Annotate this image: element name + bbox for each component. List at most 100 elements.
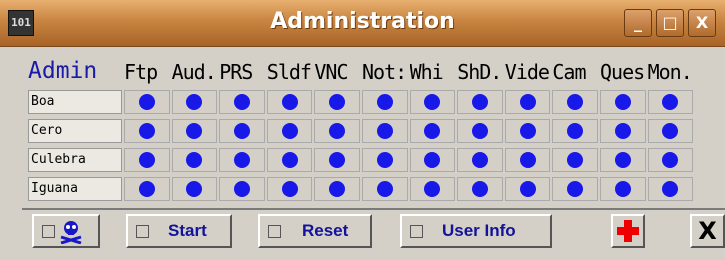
permission-cell[interactable] <box>457 119 503 143</box>
column-header: ShD. <box>457 60 502 84</box>
permission-cell[interactable] <box>219 148 265 172</box>
permission-cell[interactable] <box>600 119 646 143</box>
toolbar-close-button[interactable]: X <box>690 214 725 248</box>
enabled-dot-icon <box>186 181 203 197</box>
column-header: Ftp <box>124 60 158 84</box>
enabled-dot-icon <box>662 94 679 110</box>
column-header: VNC <box>314 60 348 84</box>
permission-cell[interactable] <box>647 148 694 172</box>
enabled-dot-icon <box>662 152 679 168</box>
enabled-dot-icon <box>186 123 203 139</box>
enabled-dot-icon <box>329 123 346 139</box>
permission-cell[interactable] <box>124 90 170 114</box>
permission-cell[interactable] <box>600 177 646 201</box>
enabled-dot-icon <box>519 152 536 168</box>
permission-cell[interactable] <box>504 177 551 201</box>
permission-cell[interactable] <box>171 177 218 201</box>
permission-cell[interactable] <box>504 148 551 172</box>
column-header: Vide <box>504 60 550 84</box>
permission-cell[interactable] <box>362 119 408 143</box>
permission-cell[interactable] <box>171 119 218 143</box>
permission-cell[interactable] <box>219 177 265 201</box>
row-label: Cero <box>28 119 122 143</box>
reset-button[interactable]: Reset <box>258 214 372 248</box>
enabled-dot-icon <box>424 152 441 168</box>
column-header: Cam <box>552 60 586 84</box>
permission-cell[interactable] <box>600 148 646 172</box>
permission-cell[interactable] <box>647 119 694 143</box>
permission-cell[interactable] <box>552 148 598 172</box>
permission-cell[interactable] <box>266 119 313 143</box>
enabled-dot-icon <box>471 94 488 110</box>
permission-cell[interactable] <box>314 177 360 201</box>
enabled-dot-icon <box>281 94 298 110</box>
enabled-dot-icon <box>376 123 393 139</box>
title-bar: 101 Administration _ □ X <box>0 0 725 47</box>
checkbox-icon[interactable] <box>136 225 149 238</box>
enabled-dot-icon <box>233 152 250 168</box>
enabled-dot-icon <box>138 123 155 139</box>
start-button[interactable]: Start <box>126 214 232 248</box>
admin-toggle-button[interactable] <box>32 214 100 248</box>
enabled-dot-icon <box>281 123 298 139</box>
enabled-dot-icon <box>329 94 346 110</box>
checkbox-icon[interactable] <box>268 225 281 238</box>
permission-cell[interactable] <box>647 90 694 114</box>
row-label: Iguana <box>28 177 122 201</box>
permission-cell[interactable] <box>266 148 313 172</box>
permission-cell[interactable] <box>362 90 408 114</box>
permission-cell[interactable] <box>409 177 456 201</box>
permission-cell[interactable] <box>219 90 265 114</box>
permission-cell[interactable] <box>409 90 456 114</box>
enabled-dot-icon <box>519 94 536 110</box>
enabled-dot-icon <box>329 181 346 197</box>
permission-cell[interactable] <box>124 148 170 172</box>
permission-cell[interactable] <box>409 148 456 172</box>
permission-cell[interactable] <box>171 148 218 172</box>
enabled-dot-icon <box>376 181 393 197</box>
minimize-button[interactable]: _ <box>624 9 652 37</box>
enabled-dot-icon <box>614 94 631 110</box>
permission-cell[interactable] <box>314 148 360 172</box>
permission-cell[interactable] <box>457 177 503 201</box>
enabled-dot-icon <box>186 94 203 110</box>
permission-cell[interactable] <box>457 90 503 114</box>
permission-cell[interactable] <box>552 177 598 201</box>
permission-cell[interactable] <box>171 90 218 114</box>
permission-cell[interactable] <box>600 90 646 114</box>
maximize-button[interactable]: □ <box>656 9 684 37</box>
permission-cell[interactable] <box>124 177 170 201</box>
permission-cell[interactable] <box>362 148 408 172</box>
permission-cell[interactable] <box>314 90 360 114</box>
enabled-dot-icon <box>567 152 584 168</box>
permission-cell[interactable] <box>314 119 360 143</box>
column-header: Whi <box>409 60 444 84</box>
enabled-dot-icon <box>281 152 298 168</box>
enabled-dot-icon <box>567 94 584 110</box>
checkbox-icon[interactable] <box>42 225 55 238</box>
enabled-dot-icon <box>471 181 488 197</box>
permission-cell[interactable] <box>362 177 408 201</box>
permission-cell[interactable] <box>266 177 313 201</box>
permission-cell[interactable] <box>409 119 456 143</box>
permission-cell[interactable] <box>552 90 598 114</box>
checkbox-icon[interactable] <box>410 225 423 238</box>
enabled-dot-icon <box>376 152 393 168</box>
permission-cell[interactable] <box>504 119 551 143</box>
red-cross-button[interactable] <box>611 214 645 248</box>
user-info-button[interactable]: User Info <box>400 214 552 248</box>
enabled-dot-icon <box>424 123 441 139</box>
enabled-dot-icon <box>186 152 203 168</box>
permission-cell[interactable] <box>647 177 694 201</box>
enabled-dot-icon <box>138 94 155 110</box>
close-button[interactable]: X <box>688 9 716 37</box>
permission-cell[interactable] <box>124 119 170 143</box>
permission-cell[interactable] <box>504 90 551 114</box>
permission-cell[interactable] <box>266 90 313 114</box>
permission-cell[interactable] <box>552 119 598 143</box>
permission-cell[interactable] <box>457 148 503 172</box>
enabled-dot-icon <box>662 123 679 139</box>
permission-cell[interactable] <box>219 119 265 143</box>
enabled-dot-icon <box>233 181 250 197</box>
enabled-dot-icon <box>424 181 441 197</box>
